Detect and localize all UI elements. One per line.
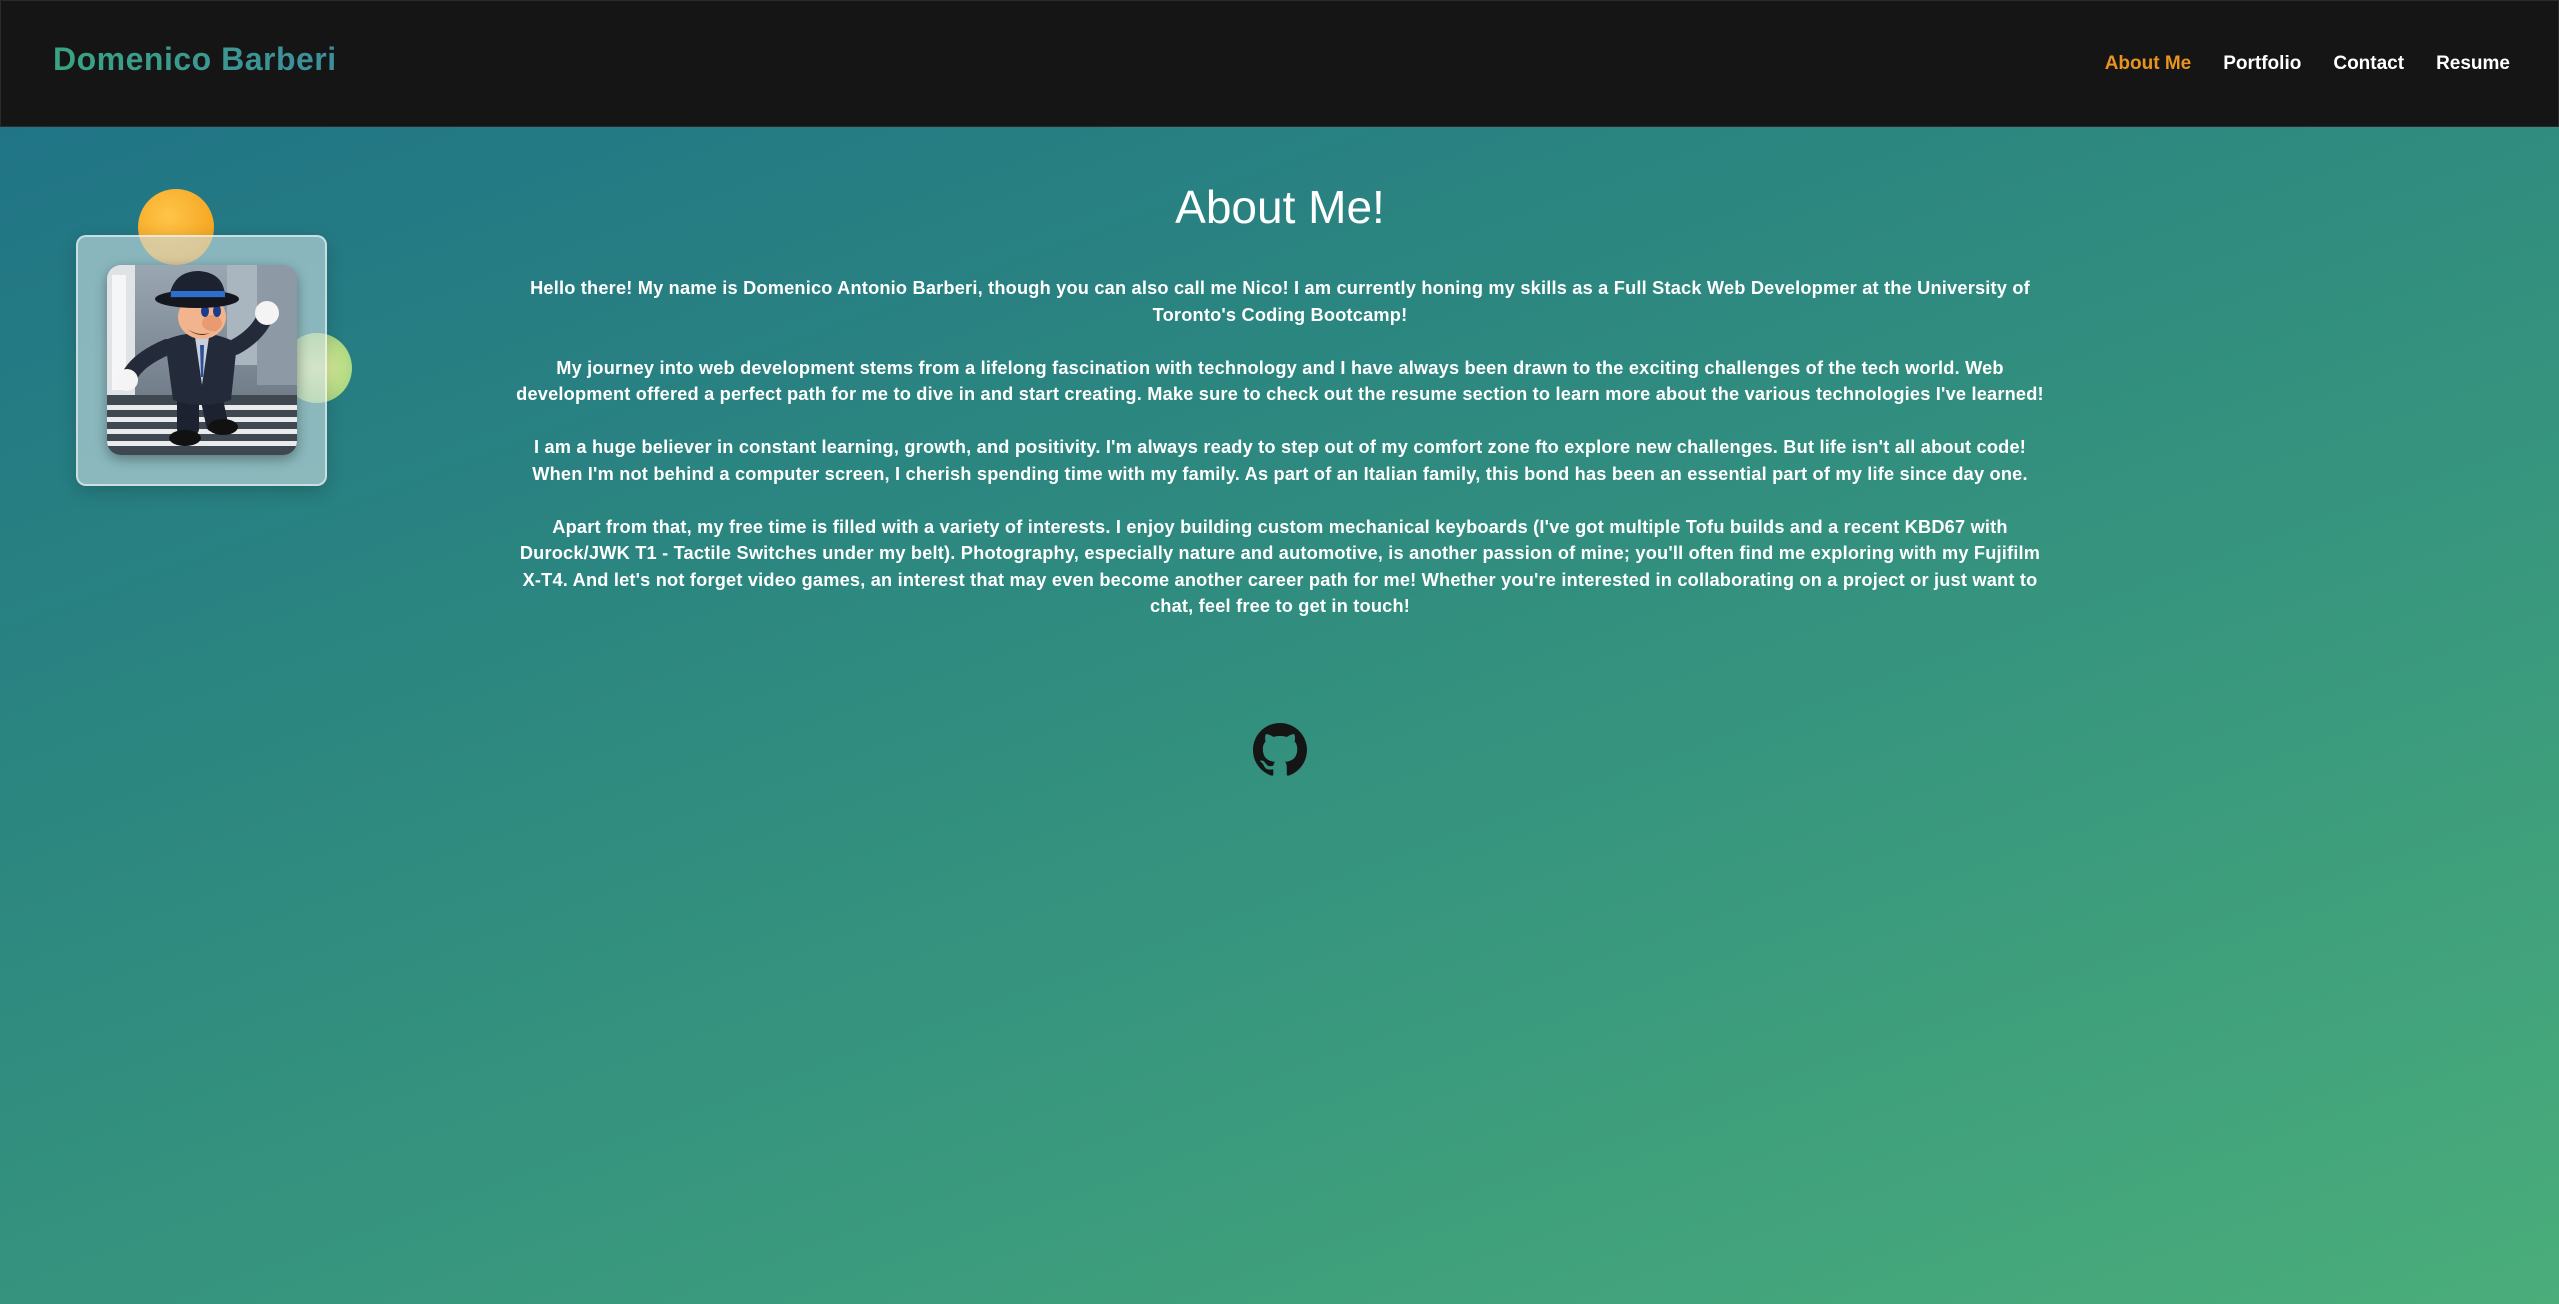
nav-about-me[interactable]: About Me bbox=[2105, 53, 2192, 75]
bio-paragraph: Hello there! My name is Domenico Antonio… bbox=[530, 278, 2030, 325]
github-icon bbox=[1253, 723, 1307, 776]
github-icon[interactable] bbox=[1253, 723, 1307, 777]
main-nav: About Me Portfolio Contact Resume bbox=[2105, 53, 2510, 75]
page-title: About Me! bbox=[1175, 181, 1385, 233]
bio-section: Hello there! My name is Domenico Antonio… bbox=[500, 275, 2060, 646]
brand-logo[interactable]: Domenico Barberi bbox=[53, 41, 337, 78]
nav-contact[interactable]: Contact bbox=[2333, 53, 2404, 75]
nav-resume[interactable]: Resume bbox=[2436, 53, 2510, 75]
bio-paragraph: My journey into web development stems fr… bbox=[516, 357, 2044, 405]
nav-portfolio[interactable]: Portfolio bbox=[2223, 53, 2301, 75]
profile-photo bbox=[107, 265, 297, 455]
bio-paragraph: Apart from that, my free time is filled … bbox=[519, 516, 2041, 617]
mario-character-image bbox=[107, 265, 297, 455]
site-header: Domenico Barberi About Me Portfolio Cont… bbox=[0, 0, 2559, 127]
bio-paragraph: I am a huge believer in constant learnin… bbox=[532, 437, 2028, 484]
